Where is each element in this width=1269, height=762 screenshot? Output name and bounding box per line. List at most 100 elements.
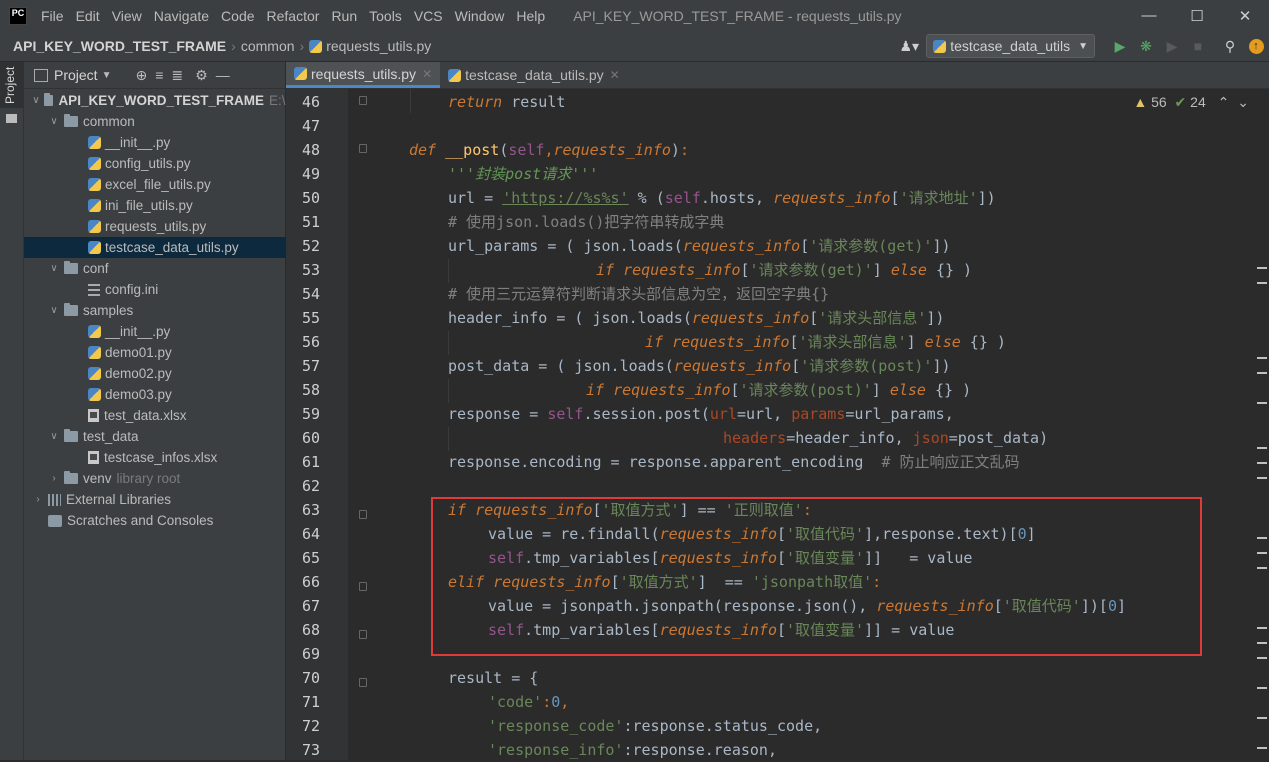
menu-vcs[interactable]: VCS xyxy=(414,8,443,24)
error-stripe[interactable] xyxy=(1255,89,1269,760)
stripe-mark[interactable] xyxy=(1257,687,1267,689)
expand-all-icon[interactable]: ≡ xyxy=(155,67,163,83)
code-line: response.encoding = response.apparent_en… xyxy=(448,453,1020,471)
run-icon[interactable]: ▶ xyxy=(1109,35,1131,57)
line-number: 53 xyxy=(301,261,320,279)
stripe-mark[interactable] xyxy=(1257,642,1267,644)
folder-icon xyxy=(64,261,78,274)
stripe-mark[interactable] xyxy=(1257,537,1267,539)
window-controls: — ☐ ✕ xyxy=(1125,0,1269,31)
collapse-all-icon[interactable]: ≣ xyxy=(171,67,183,84)
line-number: 71 xyxy=(301,693,320,711)
stripe-mark[interactable] xyxy=(1257,372,1267,374)
menu-navigate[interactable]: Navigate xyxy=(154,8,209,24)
tab-requests-utils[interactable]: requests_utils.py ✕ xyxy=(286,62,441,88)
search-icon[interactable]: ⚲ xyxy=(1219,35,1241,57)
line-number: 64 xyxy=(301,525,320,543)
project-view-select[interactable]: Project xyxy=(54,67,98,83)
folder-icon xyxy=(64,429,78,442)
tree-folder-conf[interactable]: ∨ conf xyxy=(24,258,309,279)
tree-folder-venv[interactable]: › venv library root xyxy=(24,468,309,489)
fold-icon[interactable] xyxy=(359,96,367,105)
chevron-down-icon[interactable]: ▼ xyxy=(102,70,112,81)
tree-external-libraries[interactable]: › External Libraries xyxy=(24,489,293,510)
code-line: post_data = ( json.loads(requests_info['… xyxy=(448,357,951,375)
python-file-icon xyxy=(88,325,101,338)
minimize-icon[interactable]: — xyxy=(1125,0,1173,31)
menu-tools[interactable]: Tools xyxy=(369,8,402,24)
python-file-icon xyxy=(88,178,101,191)
update-icon[interactable]: ↑ xyxy=(1245,35,1267,57)
line-number: 47 xyxy=(301,117,320,135)
stripe-mark[interactable] xyxy=(1257,357,1267,359)
window-title: API_KEY_WORD_TEST_FRAME - requests_utils… xyxy=(573,7,902,24)
debug-icon[interactable]: ❋ xyxy=(1135,35,1157,57)
stripe-mark[interactable] xyxy=(1257,567,1267,569)
stripe-mark[interactable] xyxy=(1257,462,1267,464)
stripe-mark[interactable] xyxy=(1257,657,1267,659)
line-number: 57 xyxy=(301,357,320,375)
python-file-icon xyxy=(294,67,307,80)
python-file-icon xyxy=(88,220,101,233)
tree-folder-samples[interactable]: ∨ samples xyxy=(24,300,309,321)
stop-icon[interactable]: ■ xyxy=(1187,35,1209,57)
breadcrumb-file[interactable]: requests_utils.py xyxy=(326,38,431,54)
chevron-up-icon[interactable]: ⌃ xyxy=(1218,94,1230,110)
breadcrumb-folder[interactable]: common xyxy=(241,38,295,54)
tree-root[interactable]: ∨ API_KEY_WORD_TEST_FRAME E:\p xyxy=(24,90,293,111)
stripe-mark[interactable] xyxy=(1257,747,1267,749)
stripe-mark[interactable] xyxy=(1257,267,1267,269)
python-file-icon xyxy=(933,39,947,53)
gear-icon[interactable]: ⚙ xyxy=(195,67,208,84)
fold-icon[interactable] xyxy=(359,144,367,153)
inspection-widget[interactable]: ▲ 56 ✔ 24 ⌃ ⌄ xyxy=(1133,94,1249,111)
stripe-mark[interactable] xyxy=(1257,282,1267,284)
menu-window[interactable]: Window xyxy=(455,8,505,24)
fold-icon[interactable] xyxy=(359,678,367,687)
menu-view[interactable]: View xyxy=(112,8,142,24)
menu-run[interactable]: Run xyxy=(331,8,357,24)
stripe-mark[interactable] xyxy=(1257,717,1267,719)
stripe-mark[interactable] xyxy=(1257,477,1267,479)
folder-icon xyxy=(6,114,17,123)
fold-icon[interactable] xyxy=(359,582,367,591)
tree-folder-test-data[interactable]: ∨ test_data xyxy=(24,426,309,447)
run-configuration-select[interactable]: testcase_data_utils ▼ xyxy=(926,34,1095,58)
stripe-mark[interactable] xyxy=(1257,447,1267,449)
menu-help[interactable]: Help xyxy=(516,8,545,24)
line-number-gutter: 46 47 48 49 50 51 52 53 54 55 56 57 58 5… xyxy=(286,89,348,760)
hide-icon[interactable]: — xyxy=(216,67,230,83)
tree-folder-common[interactable]: ∨ common xyxy=(24,111,309,132)
menu-code[interactable]: Code xyxy=(221,8,254,24)
maximize-icon[interactable]: ☐ xyxy=(1173,0,1221,31)
close-icon[interactable]: ✕ xyxy=(1221,0,1269,31)
locate-icon[interactable]: ⊕ xyxy=(135,67,147,84)
project-tool-tab[interactable]: Project xyxy=(0,62,23,108)
title-bar: PC File Edit View Navigate Code Refactor… xyxy=(0,0,1269,31)
breadcrumb-project[interactable]: API_KEY_WORD_TEST_FRAME xyxy=(13,38,226,54)
chevron-down-icon: ∨ xyxy=(50,116,58,127)
stripe-mark[interactable] xyxy=(1257,627,1267,629)
tool-window-strip: Project xyxy=(0,62,24,760)
line-number: 54 xyxy=(301,285,320,303)
code-line: response = self.session.post(url=url, pa… xyxy=(448,405,954,423)
folder-icon xyxy=(64,303,78,316)
tab-testcase-data-utils[interactable]: testcase_data_utils.py ✕ xyxy=(440,62,628,88)
project-panel: Project ▼ ⊕ ≡ ≣ ⚙ — ∨ API_KEY_WORD_TEST_F… xyxy=(24,62,349,760)
code-line: # 使用json.loads()把字符串转成字典 xyxy=(448,213,725,231)
menu-file[interactable]: File xyxy=(41,8,64,24)
fold-icon[interactable] xyxy=(359,630,367,639)
stripe-mark[interactable] xyxy=(1257,552,1267,554)
user-icon[interactable]: ♟▾ xyxy=(894,35,924,57)
coverage-icon[interactable]: ▶ xyxy=(1161,35,1183,57)
stripe-mark[interactable] xyxy=(1257,402,1267,404)
fold-icon[interactable] xyxy=(359,510,367,519)
menu-refactor[interactable]: Refactor xyxy=(267,8,320,24)
tree-scratches[interactable]: Scratches and Consoles xyxy=(24,510,309,531)
chevron-down-icon[interactable]: ⌄ xyxy=(1237,94,1249,110)
close-icon[interactable]: ✕ xyxy=(610,68,620,82)
line-number: 62 xyxy=(301,477,320,495)
code-editor[interactable]: return result def __post(self,requests_i… xyxy=(370,89,1255,760)
close-icon[interactable]: ✕ xyxy=(422,67,432,81)
menu-edit[interactable]: Edit xyxy=(76,8,100,24)
